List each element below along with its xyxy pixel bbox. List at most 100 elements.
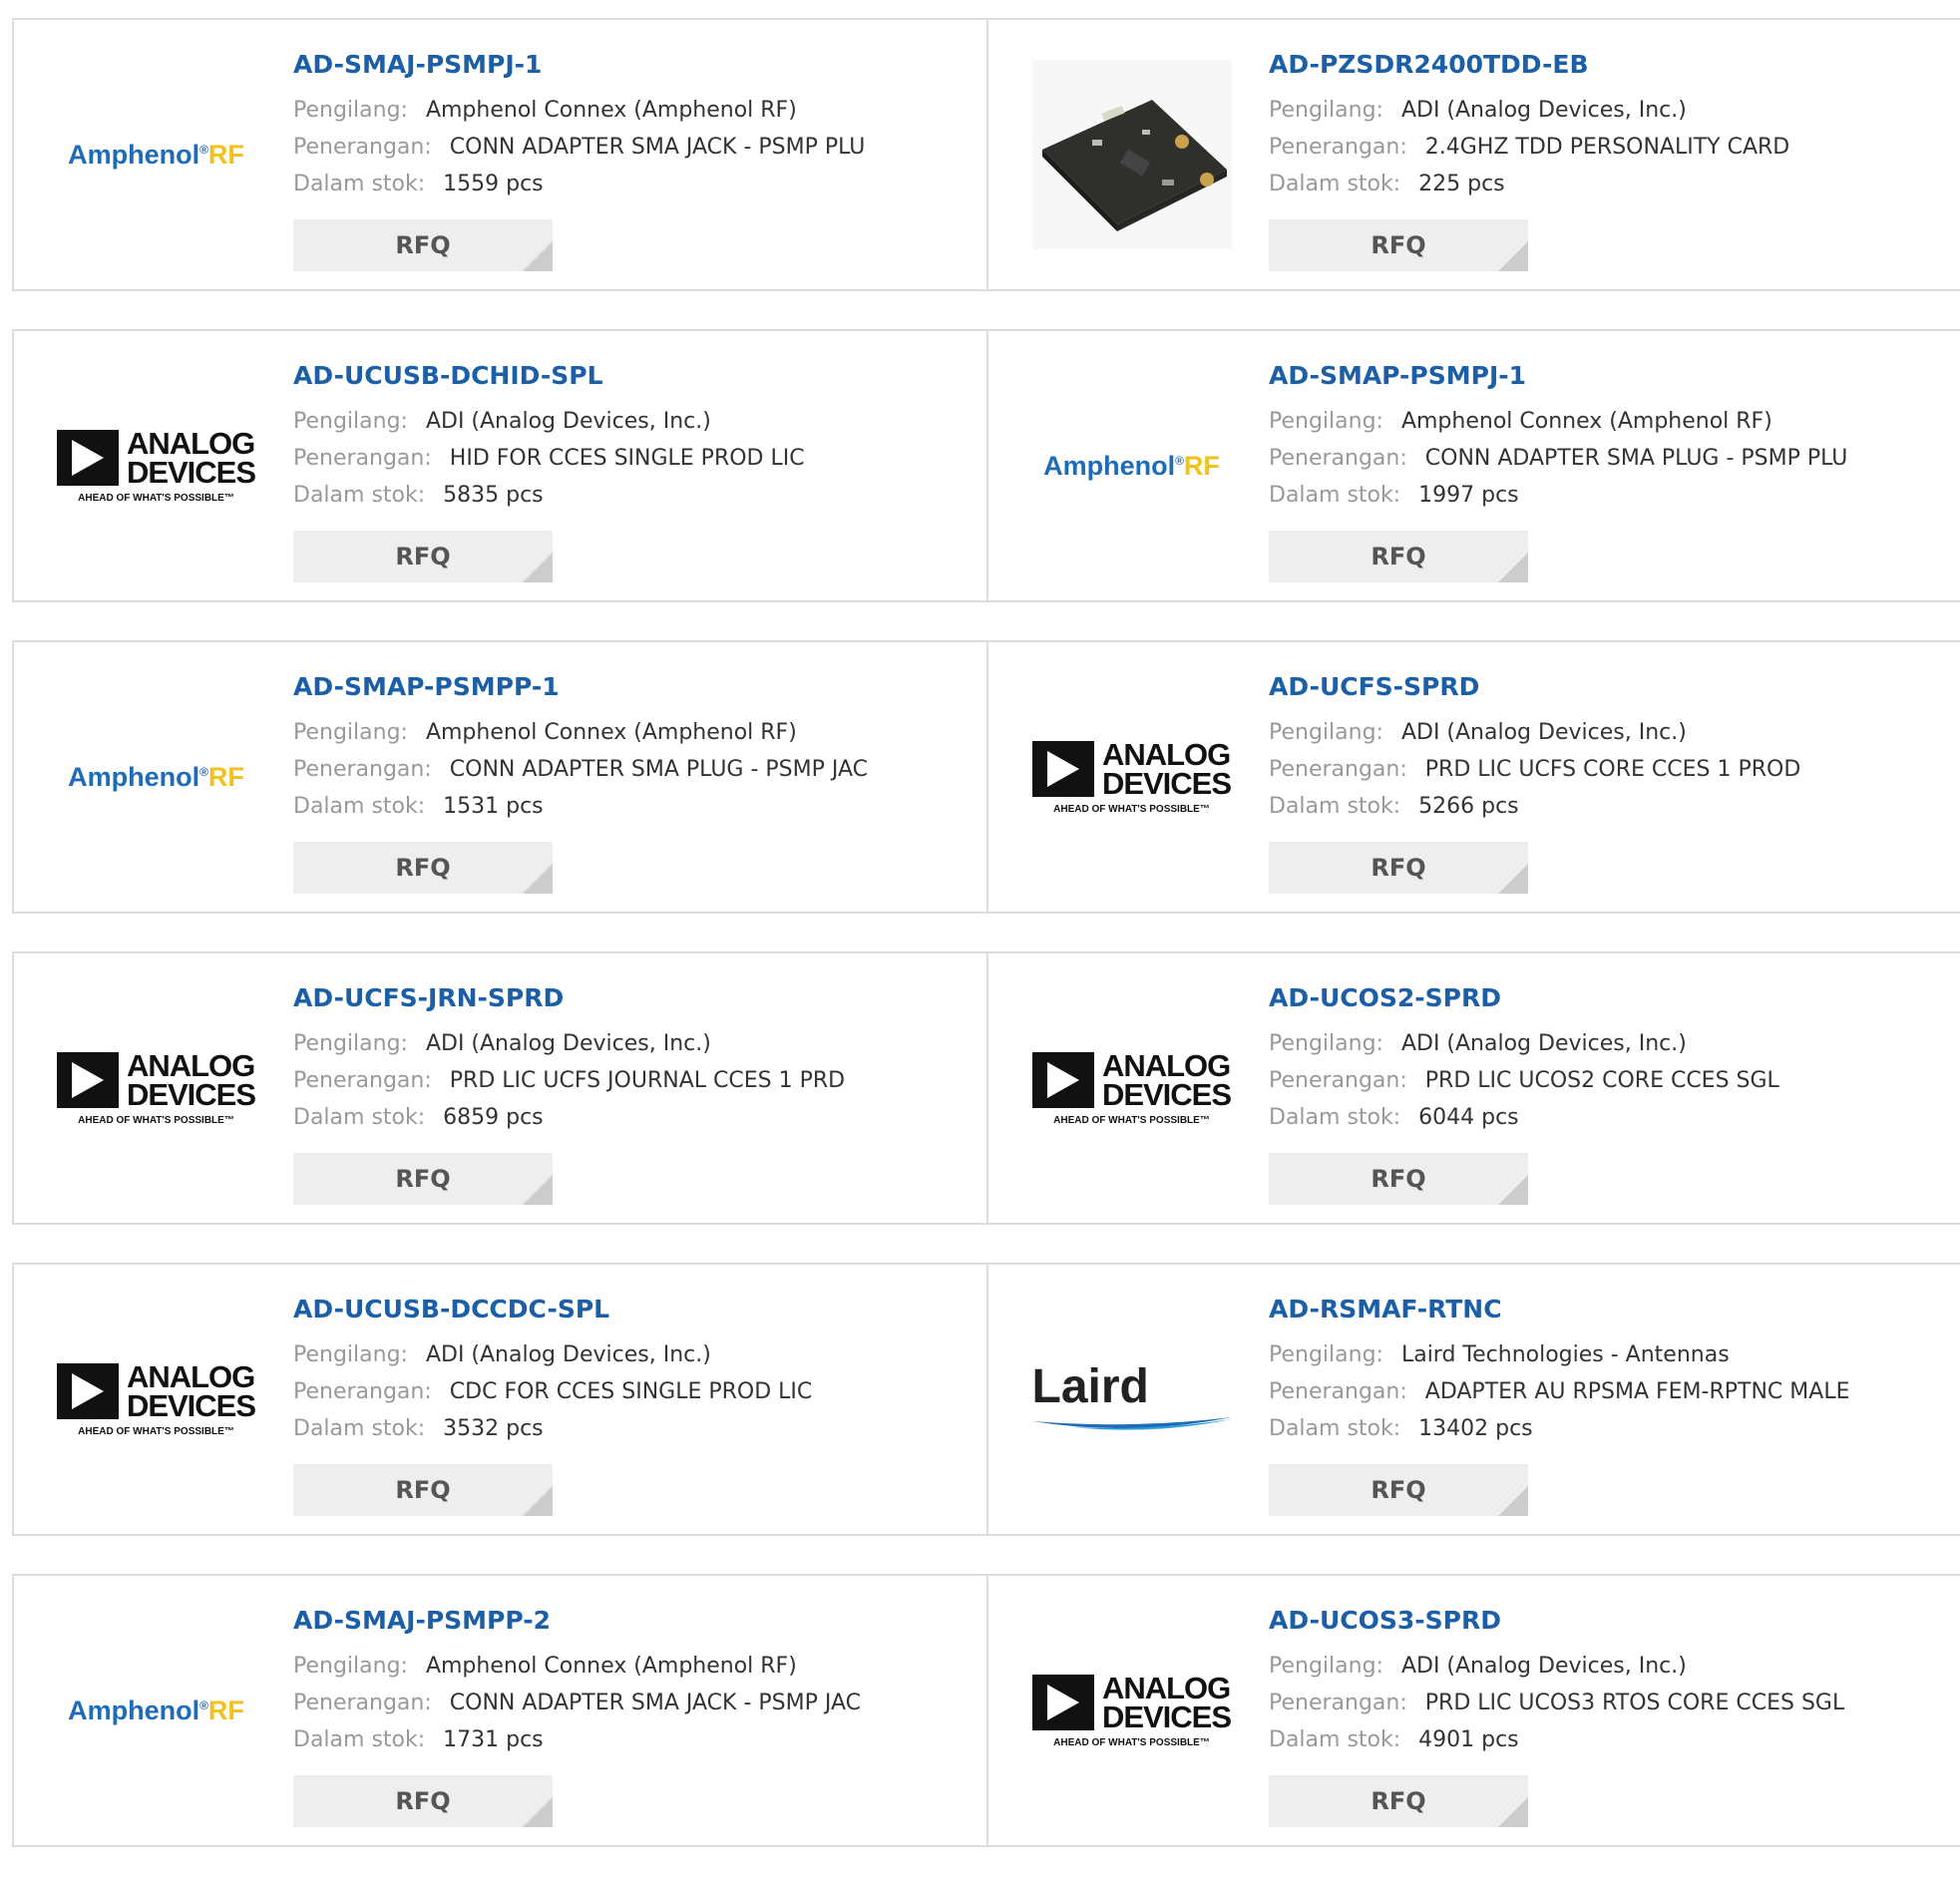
description-row: Penerangan: CONN ADAPTER SMA PLUG - PSMP … [1269, 440, 1942, 477]
corner-fold-icon [1498, 864, 1528, 894]
rfq-label: RFQ [395, 854, 451, 882]
rfq-label: RFQ [1371, 1787, 1426, 1815]
product-info: AD-UCOS3-SPRD Pengilang: ADI (Analog Devi… [1269, 1606, 1942, 1758]
corner-fold-icon [523, 241, 553, 271]
laird-swoosh-icon [1031, 1417, 1232, 1430]
product-info: AD-UCFS-SPRD Pengilang: ADI (Analog Devic… [1269, 672, 1942, 825]
rfq-button[interactable]: RFQ [293, 1775, 553, 1827]
description-value: 2.4GHZ TDD PERSONALITY CARD [1424, 135, 1790, 160]
manufacturer-logo[interactable]: ANALOG DEVICES AHEAD OF WHAT'S POSSIBLE™ [54, 983, 258, 1193]
product-card: AD-PZSDR2400TDD-EB Pengilang: ADI (Analog… [989, 20, 1960, 289]
rfq-button[interactable]: RFQ [293, 531, 553, 582]
part-number-link[interactable]: AD-UCUSB-DCCDC-SPL [293, 1295, 967, 1324]
manufacturer-logo[interactable] [1029, 50, 1234, 259]
rfq-button[interactable]: RFQ [293, 1153, 553, 1205]
part-number-link[interactable]: AD-SMAJ-PSMPP-2 [293, 1606, 967, 1636]
rfq-button[interactable]: RFQ [293, 1464, 553, 1516]
analog-devices-logo: ANALOG DEVICES AHEAD OF WHAT'S POSSIBLE™ [56, 1047, 256, 1126]
rfq-button[interactable]: RFQ [1269, 842, 1528, 894]
description-value: CONN ADAPTER SMA PLUG - PSMP JAC [449, 757, 868, 782]
manufacturer-value: ADI (Analog Devices, Inc.) [425, 1342, 711, 1367]
manufacturer-label: Pengilang: [1269, 1654, 1383, 1679]
stock-label: Dalam stok: [1269, 1105, 1401, 1130]
rfq-label: RFQ [1371, 543, 1426, 570]
stock-row: Dalam stok: 6044 pcs [1269, 1099, 1942, 1136]
description-label: Penerangan: [293, 757, 432, 782]
part-number-link[interactable]: AD-SMAJ-PSMPJ-1 [293, 50, 967, 80]
description-value: PRD LIC UCOS3 RTOS CORE CCES SGL [1424, 1691, 1845, 1715]
manufacturer-logo[interactable]: ANALOG DEVICES AHEAD OF WHAT'S POSSIBLE™ [1029, 672, 1234, 882]
analog-devices-logo: ANALOG DEVICES AHEAD OF WHAT'S POSSIBLE™ [1031, 1050, 1232, 1126]
rfq-button[interactable]: RFQ [1269, 1464, 1528, 1516]
part-number-link[interactable]: AD-UCFS-SPRD [1269, 672, 1942, 702]
amphenol-rf-logo: Amphenol®RF [1043, 451, 1220, 482]
description-row: Penerangan: PRD LIC UCFS CORE CCES 1 PROD [1269, 751, 1942, 788]
stock-row: Dalam stok: 5266 pcs [1269, 788, 1942, 825]
part-number-link[interactable]: AD-UCOS2-SPRD [1269, 983, 1942, 1013]
adi-logo-line2: DEVICES [126, 1076, 256, 1112]
manufacturer-label: Pengilang: [293, 1342, 408, 1367]
manufacturer-logo[interactable]: Laird [1029, 1295, 1234, 1504]
manufacturer-logo[interactable]: ANALOG DEVICES AHEAD OF WHAT'S POSSIBLE™ [54, 1295, 258, 1504]
product-card: ANALOG DEVICES AHEAD OF WHAT'S POSSIBLE™… [14, 953, 988, 1223]
description-row: Penerangan: CONN ADAPTER SMA JACK - PSMP … [293, 129, 967, 166]
product-info: AD-SMAP-PSMPP-1 Pengilang: Amphenol Conne… [293, 672, 967, 825]
description-label: Penerangan: [293, 446, 432, 471]
part-number-link[interactable]: AD-UCUSB-DCHID-SPL [293, 361, 967, 391]
amphenol-logo-text: Amphenol [68, 139, 200, 170]
part-number-link[interactable]: AD-RSMAF-RTNC [1269, 1295, 1942, 1324]
stock-label: Dalam stok: [1269, 1416, 1401, 1441]
manufacturer-logo[interactable]: Amphenol®RF [54, 672, 258, 882]
manufacturer-row: Pengilang: ADI (Analog Devices, Inc.) [1269, 1025, 1942, 1062]
analog-devices-logo: ANALOG DEVICES AHEAD OF WHAT'S POSSIBLE™ [1031, 1673, 1232, 1748]
amphenol-logo-text: Amphenol [1043, 450, 1176, 481]
manufacturer-logo[interactable]: Amphenol®RF [1029, 361, 1234, 570]
adi-logo-line1: ANALOG [1101, 736, 1231, 772]
manufacturer-value: Amphenol Connex (Amphenol RF) [425, 98, 797, 123]
circuit-board-image [1031, 60, 1232, 249]
manufacturer-value: Amphenol Connex (Amphenol RF) [425, 1654, 797, 1679]
rfq-label: RFQ [395, 1787, 451, 1815]
description-row: Penerangan: CONN ADAPTER SMA PLUG - PSMP … [293, 751, 967, 788]
part-number-link[interactable]: AD-SMAP-PSMPJ-1 [1269, 361, 1942, 391]
product-row: Amphenol®RF AD-SMAP-PSMPP-1 Pengilang: Am… [12, 640, 1960, 914]
manufacturer-logo[interactable]: Amphenol®RF [54, 50, 258, 259]
rfq-button[interactable]: RFQ [1269, 1153, 1528, 1205]
rfq-label: RFQ [395, 1165, 451, 1193]
product-card: ANALOG DEVICES AHEAD OF WHAT'S POSSIBLE™… [989, 1576, 1960, 1845]
manufacturer-logo[interactable]: ANALOG DEVICES AHEAD OF WHAT'S POSSIBLE™ [1029, 1606, 1234, 1815]
rfq-label: RFQ [395, 543, 451, 570]
part-number-link[interactable]: AD-UCOS3-SPRD [1269, 1606, 1942, 1636]
manufacturer-logo[interactable]: ANALOG DEVICES AHEAD OF WHAT'S POSSIBLE™ [1029, 983, 1234, 1193]
amphenol-rf-logo: Amphenol®RF [68, 762, 244, 793]
manufacturer-row: Pengilang: ADI (Analog Devices, Inc.) [1269, 714, 1942, 751]
amphenol-rf-text: RF [1183, 450, 1220, 481]
rfq-label: RFQ [1371, 231, 1426, 259]
adi-logo-line1: ANALOG [126, 1047, 255, 1083]
manufacturer-logo[interactable]: ANALOG DEVICES AHEAD OF WHAT'S POSSIBLE™ [54, 361, 258, 570]
manufacturer-logo[interactable]: Amphenol®RF [54, 1606, 258, 1815]
amphenol-rf-text: RF [207, 761, 244, 792]
corner-fold-icon [1498, 1797, 1528, 1827]
amphenol-rf-text: RF [207, 1695, 244, 1725]
corner-fold-icon [523, 553, 553, 582]
rfq-button[interactable]: RFQ [1269, 219, 1528, 271]
description-label: Penerangan: [1269, 1379, 1407, 1404]
rfq-button[interactable]: RFQ [1269, 531, 1528, 582]
description-value: PRD LIC UCOS2 CORE CCES SGL [1424, 1068, 1779, 1093]
part-number-link[interactable]: AD-UCFS-JRN-SPRD [293, 983, 967, 1013]
product-info: AD-SMAJ-PSMPJ-1 Pengilang: Amphenol Conne… [293, 50, 967, 202]
description-value: CONN ADAPTER SMA PLUG - PSMP PLU [1424, 446, 1848, 471]
part-number-link[interactable]: AD-PZSDR2400TDD-EB [1269, 50, 1942, 80]
rfq-button[interactable]: RFQ [293, 219, 553, 271]
stock-row: Dalam stok: 5835 pcs [293, 477, 967, 514]
play-triangle-icon [56, 1051, 119, 1108]
amphenol-rf-logo: Amphenol®RF [68, 140, 244, 171]
description-label: Penerangan: [293, 1691, 432, 1715]
manufacturer-value: Laird Technologies - Antennas [1400, 1342, 1730, 1367]
rfq-button[interactable]: RFQ [1269, 1775, 1528, 1827]
amphenol-logo-text: Amphenol [68, 761, 200, 792]
rfq-button[interactable]: RFQ [293, 842, 553, 894]
part-number-link[interactable]: AD-SMAP-PSMPP-1 [293, 672, 967, 702]
manufacturer-row: Pengilang: ADI (Analog Devices, Inc.) [293, 403, 967, 440]
